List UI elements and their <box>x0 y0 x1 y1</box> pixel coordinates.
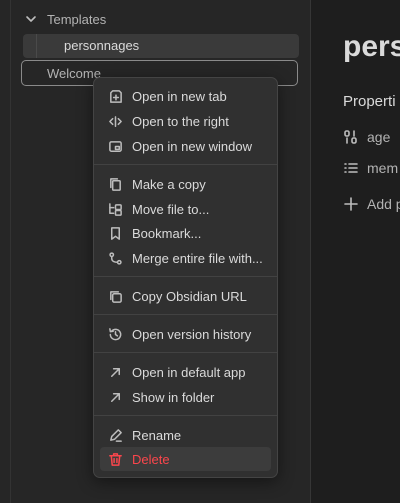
split-right-icon <box>109 115 122 127</box>
editor-pane: perso Properti age mem Add p <box>311 0 400 503</box>
menu-item-label: Show in folder <box>132 389 215 405</box>
menu-item-label: Move file to... <box>132 201 210 217</box>
property-age[interactable]: age <box>344 127 390 147</box>
note-title[interactable]: perso <box>343 30 400 64</box>
menu-item-open-new-tab[interactable]: Open in new tab <box>100 84 271 108</box>
pencil-icon <box>110 428 122 442</box>
file-item-personnages[interactable]: personnages <box>23 34 299 58</box>
property-name: age <box>367 129 391 145</box>
properties-heading[interactable]: Properti <box>343 93 396 110</box>
bookmark-icon <box>111 226 120 240</box>
menu-item-label: Delete <box>132 451 170 467</box>
menu-separator <box>94 314 277 315</box>
merge-icon <box>109 251 122 265</box>
file-label: Welcome <box>47 66 101 81</box>
trash-icon <box>109 452 122 466</box>
plus-icon <box>344 197 358 211</box>
menu-item-open-right[interactable]: Open to the right <box>100 109 271 133</box>
arrow-up-right-icon <box>111 367 120 377</box>
menu-item-make-copy[interactable]: Make a copy <box>100 172 271 196</box>
menu-item-label: Bookmark... <box>132 225 202 241</box>
menu-item-open-new-window[interactable]: Open in new window <box>100 134 271 158</box>
sidebar-edge <box>10 0 11 503</box>
folder-templates[interactable]: Templates <box>24 8 106 30</box>
list-icon <box>344 163 358 173</box>
copy-file-icon <box>110 177 121 191</box>
menu-item-label: Merge entire file with... <box>132 250 263 266</box>
menu-item-copy-url[interactable]: Copy Obsidian URL <box>100 284 271 308</box>
property-mem[interactable]: mem <box>344 158 398 178</box>
indent-guide <box>36 34 37 58</box>
add-property-label: Add p <box>367 196 400 212</box>
menu-item-merge-file[interactable]: Merge entire file with... <box>100 246 271 270</box>
menu-separator <box>94 415 277 416</box>
menu-separator <box>94 276 277 277</box>
number-icon <box>344 130 357 144</box>
menu-item-label: Open version history <box>132 326 252 342</box>
menu-item-delete[interactable]: Delete <box>100 447 271 471</box>
new-tab-icon <box>110 89 122 103</box>
new-window-icon <box>109 140 122 152</box>
copy-icon <box>110 290 122 303</box>
menu-item-label: Open in new tab <box>132 88 227 104</box>
history-icon <box>109 327 122 340</box>
property-name: mem <box>367 160 399 176</box>
menu-item-open-default-app[interactable]: Open in default app <box>100 360 271 384</box>
file-label: personnages <box>64 38 140 53</box>
menu-item-move-file[interactable]: Move file to... <box>100 197 271 221</box>
menu-item-show-in-folder[interactable]: Show in folder <box>100 385 271 409</box>
menu-item-label: Open to the right <box>132 113 229 129</box>
menu-item-label: Make a copy <box>132 176 206 192</box>
menu-separator <box>94 164 277 165</box>
menu-item-label: Open in default app <box>132 364 246 380</box>
menu-item-label: Copy Obsidian URL <box>132 288 247 304</box>
file-context-menu: Open in new tab Open to the right Open i… <box>93 77 278 478</box>
menu-item-version-history[interactable]: Open version history <box>100 322 271 346</box>
menu-item-label: Rename <box>132 427 182 443</box>
menu-separator <box>94 352 277 353</box>
move-folder-icon <box>109 202 122 216</box>
menu-item-label: Open in new window <box>132 138 252 154</box>
arrow-up-right-icon <box>111 392 120 402</box>
add-property-button[interactable]: Add p <box>344 194 400 214</box>
menu-item-bookmark[interactable]: Bookmark... <box>100 221 271 245</box>
chevron-down-icon <box>26 16 36 22</box>
menu-item-rename[interactable]: Rename <box>100 423 271 447</box>
folder-label: Templates <box>47 11 107 27</box>
